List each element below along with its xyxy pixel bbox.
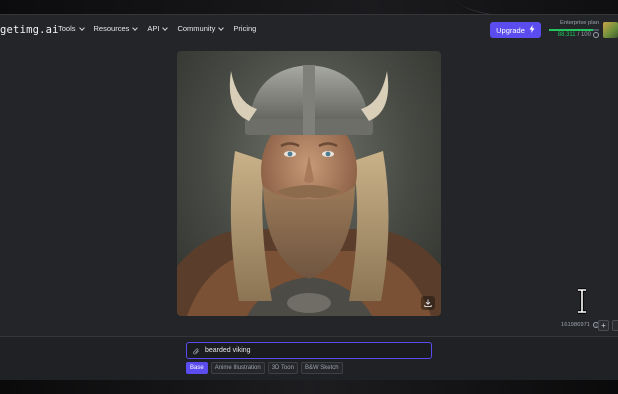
style-bw-sketch[interactable]: B&W Sketch <box>300 362 343 374</box>
nav-tools[interactable]: Tools <box>58 24 85 33</box>
seed-value: 161986971 <box>561 322 591 328</box>
download-button[interactable] <box>421 296 435 310</box>
plan-name: Enterprise plan <box>560 20 599 26</box>
nav-resources-label: Resources <box>93 24 130 33</box>
coin-icon <box>593 32 599 38</box>
nav-pricing-label: Pricing <box>233 24 257 33</box>
chevron-down-icon <box>78 24 85 31</box>
app-window: getimg.ai Tools Resources API Community … <box>0 14 618 381</box>
nav-community[interactable]: Community <box>177 24 225 33</box>
style-anime-illustration[interactable]: Anime Illustration <box>210 362 265 374</box>
user-avatar[interactable] <box>603 22 618 38</box>
prompt-bar: bearded viking Base Anime Illustration 3… <box>0 336 618 381</box>
style-selector: Base Anime Illustration 3D Toon B&W Sket… <box>186 362 343 374</box>
plus-icon: + <box>601 321 606 330</box>
nav-community-label: Community <box>177 24 216 33</box>
credits-progress-bar <box>549 29 599 31</box>
logo[interactable]: getimg.ai <box>0 24 59 36</box>
generated-image[interactable] <box>177 51 441 316</box>
chevron-down-icon <box>162 24 169 31</box>
plan-status[interactable]: Enterprise plan 88.311 / 100 <box>549 20 599 38</box>
upgrade-label: Upgrade <box>496 25 525 35</box>
upgrade-button[interactable]: Upgrade <box>490 22 541 38</box>
nav-api-label: API <box>147 24 160 33</box>
style-base[interactable]: Base <box>186 362 208 374</box>
style-3d-toon[interactable]: 3D Toon <box>267 362 298 374</box>
credits-readout: 88.311 / 100 <box>558 32 599 38</box>
nav-tools-label: Tools <box>58 24 76 33</box>
download-icon <box>424 294 432 312</box>
chevron-down-icon <box>132 24 139 31</box>
window-edge-bottom <box>0 380 618 394</box>
credits-total: / 100 <box>577 32 591 38</box>
credits-progress-fill <box>549 29 593 31</box>
lightning-icon <box>529 25 535 35</box>
nav-resources[interactable]: Resources <box>93 24 139 33</box>
paperclip-icon[interactable] <box>193 342 200 360</box>
main-nav: Tools Resources API Community Pricing <box>58 24 256 33</box>
nav-api[interactable]: API <box>147 24 169 33</box>
text-cursor-icon <box>575 288 589 314</box>
seed-info: 161986971 ? <box>561 322 600 328</box>
nav-pricing[interactable]: Pricing <box>233 24 256 33</box>
add-button[interactable]: + <box>598 320 609 331</box>
prompt-text: bearded viking <box>205 347 251 354</box>
viking-portrait-image <box>177 65 441 316</box>
more-button[interactable] <box>612 320 618 331</box>
credits-used: 88.311 <box>557 32 576 38</box>
top-navigation-bar: getimg.ai Tools Resources API Community … <box>0 15 618 45</box>
chevron-down-icon <box>218 24 225 31</box>
prompt-input[interactable]: bearded viking <box>186 342 432 359</box>
